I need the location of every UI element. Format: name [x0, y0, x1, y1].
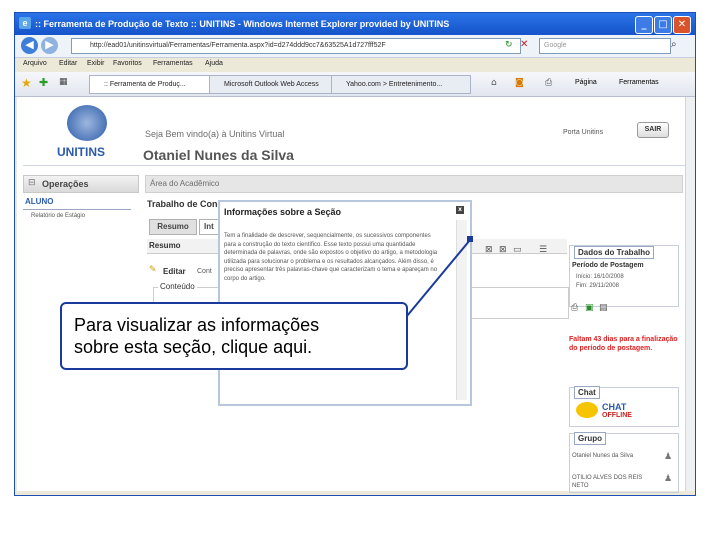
- instruction-callout: Para visualizar as informações sobre est…: [60, 302, 408, 370]
- callout-line-1: Para visualizar as informações: [74, 315, 320, 335]
- callout-pointer: [401, 236, 473, 323]
- callout-line-2: sobre esta seção, clique aqui.: [74, 337, 313, 357]
- callout-text: Para visualizar as informações sobre est…: [74, 314, 319, 358]
